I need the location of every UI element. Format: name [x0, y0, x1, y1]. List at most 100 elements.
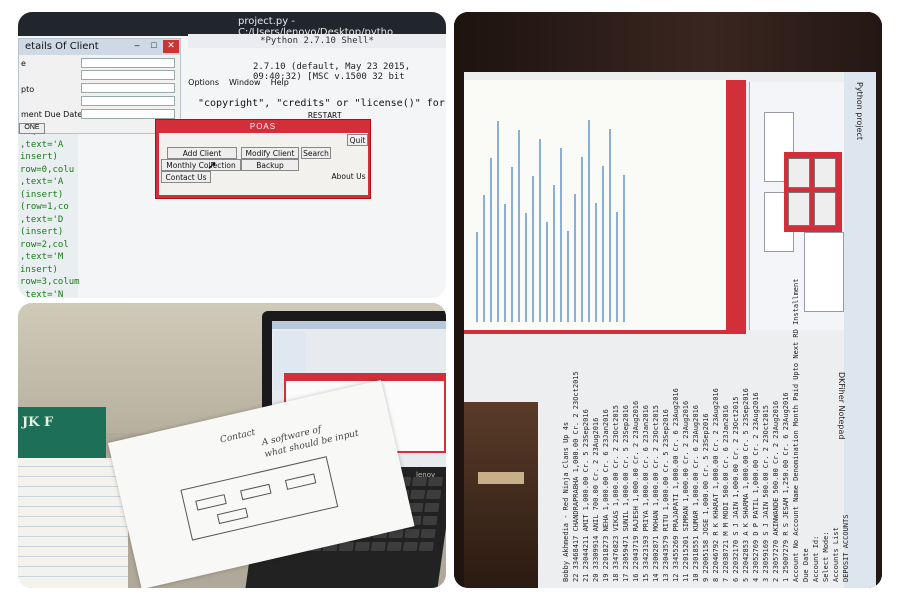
backup-button[interactable]: Backup: [241, 159, 299, 171]
photo-desk-laptop: lenov JK F Contact A software of what sh…: [18, 303, 446, 588]
maximize-icon[interactable]: □: [146, 40, 162, 53]
output-line: Select Mode:: [822, 531, 830, 582]
notebook-rule: [18, 486, 128, 487]
modify-client-button[interactable]: Modify Client: [241, 147, 299, 159]
code-line: (insert): [20, 227, 64, 237]
output-line: Accounts List: [832, 527, 840, 582]
photo-monitor-rotated: Python project DKFiher Notepad DEPOSIT A…: [454, 12, 882, 588]
contact-us-button[interactable]: Contact Us: [161, 171, 211, 183]
code-line: row=0,colu: [20, 164, 75, 175]
output-text-area: DEPOSIT ACCOUNTS Accounts List Select Mode…: [542, 279, 850, 588]
editor-line-mark: [504, 204, 506, 322]
output-line: 5 22042853 A K SHARMA 1,000.00 Cr. 5 23S…: [742, 388, 750, 582]
code-lines: xt('Insert,text='Ainsert)row=0,colu,text…: [20, 126, 80, 298]
client-field-2[interactable]: [81, 70, 175, 80]
output-line: 7 22038721 M M MODI 500.00 Cr. 6 23Jan20…: [722, 404, 730, 582]
keyboard-key: [422, 516, 438, 525]
client-label-due-date: ment Due Date: [21, 110, 83, 119]
output-line: 2 23057270 AKINWANDE 500.00 Cr. 2 23Aug2…: [772, 400, 780, 582]
client-window-titlebar: etails Of Client – □ ✕: [19, 39, 180, 55]
code-line: insert): [20, 152, 58, 162]
client-field-5[interactable]: [81, 109, 175, 119]
add-client-button[interactable]: Add Client: [167, 147, 237, 159]
output-line: 6 22032170 S J JAIN 1,000.00 Cr. 2 23Oct…: [732, 396, 740, 582]
output-line: 8 22046792 R K KHARAT 1,000.00 Cr. 2 23A…: [712, 388, 720, 582]
output-line: 10 23018551 KUMAR 1,000.00 Cr. 6 23Aug20…: [692, 404, 700, 582]
editor-line-mark: [539, 139, 541, 322]
notebook-rule: [18, 576, 128, 577]
poas-body: Quit Add Client Modify Client Search Mon…: [159, 133, 368, 195]
menu-help[interactable]: Help: [271, 78, 289, 87]
code-line: insert): [20, 264, 58, 275]
output-line: 1 25007279 R S JESAM 1,250.00 Cr. 6 23Au…: [782, 392, 790, 582]
output-line: 19 22018273 NEHA 1,000.00 Cr. 6 23Jan201…: [602, 409, 610, 582]
editor-line-mark: [490, 158, 492, 322]
monthly-collection-button[interactable]: Monthly Collection: [161, 159, 241, 171]
close-icon[interactable]: ✕: [163, 40, 179, 53]
output-line: DEPOSIT ACCOUNTS: [842, 514, 850, 582]
editor-line-mark: [581, 157, 583, 322]
notebook-rule: [18, 506, 128, 507]
output-line: 17 23059471 SUNIL 1,000.00 Cr. 5 23Sep20…: [622, 404, 630, 582]
menu-options[interactable]: Options: [188, 78, 219, 87]
output-line: 13 23043579 RITU 1,000.00 Cr. 5 23Sep201…: [662, 409, 670, 582]
client-window-title: etails Of Client: [25, 41, 99, 52]
paper-note-1: Contact: [219, 427, 257, 446]
code-line: row=2,col: [20, 239, 69, 250]
notebook-rule: [18, 556, 128, 557]
keyboard-key: [410, 490, 426, 499]
code-line: ,text='D: [20, 214, 64, 225]
output-line: Account Id:: [812, 535, 820, 582]
editor-line-mark: [602, 166, 604, 322]
notebook-rule: [18, 536, 128, 537]
rotated-poas-button-2[interactable]: [814, 158, 836, 188]
photo-python-shell: project.py - C:/Users/lenovo/Desktop/pyt…: [18, 12, 446, 298]
about-us-button[interactable]: About Us: [329, 171, 368, 183]
editor-line-mark: [476, 232, 478, 322]
editor-line-mark: [483, 195, 485, 322]
editor-line-mark: [497, 121, 499, 322]
editor-line-mark: [546, 222, 548, 322]
done-button[interactable]: ONE: [19, 123, 45, 134]
laptop-screen-titlebar: [272, 321, 446, 329]
shell-title: *Python 2.7.10 Shell*: [188, 34, 446, 48]
poas-title: POAS: [249, 122, 277, 131]
output-line: Due Date: [802, 548, 810, 582]
output-line: 14 23002871 MOHAN 1,000.00 Cr. 2 23Oct20…: [652, 404, 660, 582]
editor-line-mark: [609, 129, 611, 322]
output-line: 4 23052769 D P PATIL 1,000.00 Cr. 2 23Au…: [752, 392, 760, 582]
notebook-rule: [18, 546, 128, 547]
notebook-rule: [18, 466, 128, 467]
box-text: JK F: [22, 415, 54, 430]
editor-line-mark: [588, 120, 590, 322]
code-line: ,text='A: [20, 139, 64, 150]
rotated-poas-button-3[interactable]: [788, 192, 810, 226]
output-line: 22 33468417 CHANDRAPRABHA 1,000.00 Cr. 2…: [572, 371, 580, 582]
output-line: 18 33476823 VIKAS 1,000.00 Cr. 2 23Oct20…: [612, 404, 620, 582]
editor-line-mark: [553, 185, 555, 322]
client-field-4[interactable]: [81, 96, 175, 106]
code-line: row=3,colum: [20, 277, 80, 287]
search-button[interactable]: Search: [301, 147, 331, 159]
client-field-3[interactable]: [81, 83, 175, 93]
mouse-cursor-icon: ➚: [207, 158, 218, 172]
desktop-wallpaper-thumbnail: [464, 402, 538, 588]
editor-line-mark: [567, 231, 569, 322]
editor-line-mark: [616, 212, 618, 322]
minimize-icon[interactable]: –: [129, 40, 145, 53]
notebook: [18, 458, 128, 588]
client-label-upto: pto: [21, 85, 35, 94]
quit-button[interactable]: Quit: [347, 134, 368, 146]
client-label-name: e: [21, 59, 26, 68]
editor-line-mark: [595, 203, 597, 322]
keyboard-key: [420, 529, 436, 538]
rotated-poas-button-1[interactable]: [788, 158, 810, 188]
rotated-poas-button-4[interactable]: [814, 192, 836, 226]
menu-window[interactable]: Window: [229, 78, 261, 87]
keyboard-key: [338, 542, 354, 551]
keyboard-key: [426, 490, 442, 499]
output-line: 15 33423193 PRIYA 1,000.00 Cr. 6 23Jan20…: [642, 404, 650, 582]
notebook-rule: [18, 516, 128, 517]
keyboard-key: [386, 542, 402, 551]
client-field-1[interactable]: [81, 58, 175, 68]
